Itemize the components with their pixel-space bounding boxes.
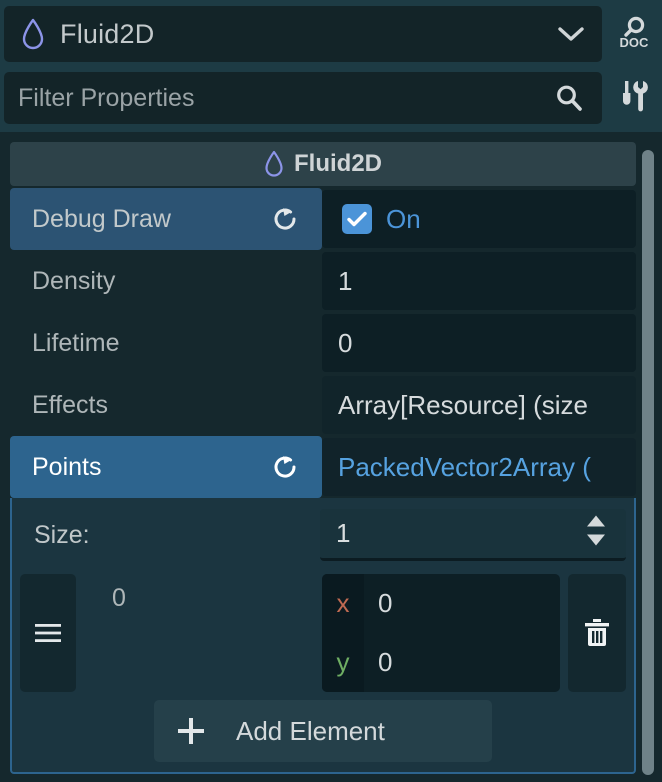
property-row-density[interactable]: Density 1 bbox=[10, 250, 636, 312]
array-size-input[interactable]: 1 bbox=[320, 509, 626, 561]
updown-arrows-icon[interactable] bbox=[582, 512, 610, 555]
revert-icon[interactable] bbox=[270, 452, 300, 482]
plus-icon bbox=[176, 716, 206, 746]
search-icon[interactable] bbox=[554, 83, 584, 113]
vector2-editor: x 0 y 0 bbox=[322, 574, 560, 692]
doc-search-icon[interactable]: DOC bbox=[612, 12, 656, 56]
property-value-density[interactable]: 1 bbox=[322, 252, 636, 310]
add-element-row: Add Element bbox=[20, 700, 626, 762]
property-label-effects: Effects bbox=[10, 374, 322, 436]
axis-label-y: y bbox=[322, 633, 364, 692]
object-selector[interactable]: Fluid2D bbox=[4, 6, 602, 62]
property-value-points[interactable]: PackedVector2Array ( bbox=[322, 438, 636, 496]
array-size-label: Size: bbox=[34, 520, 90, 549]
chevron-down-icon[interactable] bbox=[558, 21, 584, 47]
label-text: Debug Draw bbox=[32, 204, 171, 233]
property-label-debug-draw: Debug Draw bbox=[10, 188, 322, 250]
array-element-index: 0 bbox=[112, 584, 126, 612]
label-text: Density bbox=[32, 266, 116, 295]
array-size-row: Size: 1 bbox=[20, 504, 626, 566]
category-header-fluid2d[interactable]: Fluid2D bbox=[10, 142, 636, 186]
svg-text:DOC: DOC bbox=[620, 35, 650, 50]
add-element-label: Add Element bbox=[236, 715, 385, 746]
label-text: Lifetime bbox=[32, 328, 120, 357]
revert-icon[interactable] bbox=[270, 204, 300, 234]
property-value-lifetime[interactable]: 0 bbox=[322, 314, 636, 372]
label-text: Points bbox=[32, 452, 102, 481]
array-size-value: 1 bbox=[336, 518, 351, 548]
fluid-droplet-icon bbox=[16, 18, 50, 50]
trash-icon[interactable] bbox=[568, 574, 626, 692]
property-label-lifetime: Lifetime bbox=[10, 312, 322, 374]
property-row-points[interactable]: Points PackedVector2Array ( bbox=[10, 436, 636, 498]
axis-label-x: x bbox=[322, 574, 364, 633]
hamburger-drag-icon[interactable] bbox=[20, 574, 76, 692]
category-title: Fluid2D bbox=[294, 150, 382, 177]
property-label-points: Points bbox=[10, 436, 322, 498]
vector2-x-value[interactable]: 0 bbox=[364, 588, 392, 619]
property-value-debug-draw[interactable]: On bbox=[322, 190, 636, 248]
inspector-panel: Fluid2D Debug Draw On Density 1 Lifetime… bbox=[0, 132, 662, 782]
search-input[interactable]: Filter Properties bbox=[18, 84, 194, 113]
checkbox-label: On bbox=[386, 203, 421, 234]
array-element-row-0: 0 x 0 y 0 bbox=[20, 574, 626, 692]
vector2-x-row[interactable]: x 0 bbox=[322, 574, 560, 633]
property-row-effects[interactable]: Effects Array[Resource] (size bbox=[10, 374, 636, 436]
checkbox-debug-draw[interactable] bbox=[342, 204, 372, 234]
object-name: Fluid2D bbox=[60, 18, 155, 49]
add-element-button[interactable]: Add Element bbox=[154, 700, 492, 762]
tools-icon[interactable] bbox=[612, 74, 656, 118]
fluid-droplet-icon bbox=[264, 150, 284, 178]
vector2-y-value[interactable]: 0 bbox=[364, 647, 392, 678]
property-row-debug-draw[interactable]: Debug Draw On bbox=[10, 188, 636, 250]
label-text: Effects bbox=[32, 390, 108, 419]
property-row-lifetime[interactable]: Lifetime 0 bbox=[10, 312, 636, 374]
property-value-effects[interactable]: Array[Resource] (size bbox=[322, 376, 636, 434]
vertical-scrollbar[interactable] bbox=[642, 150, 654, 775]
side-icon-group: DOC bbox=[604, 0, 662, 130]
property-label-density: Density bbox=[10, 250, 322, 312]
vector2-y-row[interactable]: y 0 bbox=[322, 633, 560, 692]
array-editor-points: Size: 1 0 x 0 y 0 Add Element bbox=[10, 498, 636, 774]
filter-properties-bar[interactable]: Filter Properties bbox=[4, 72, 602, 124]
